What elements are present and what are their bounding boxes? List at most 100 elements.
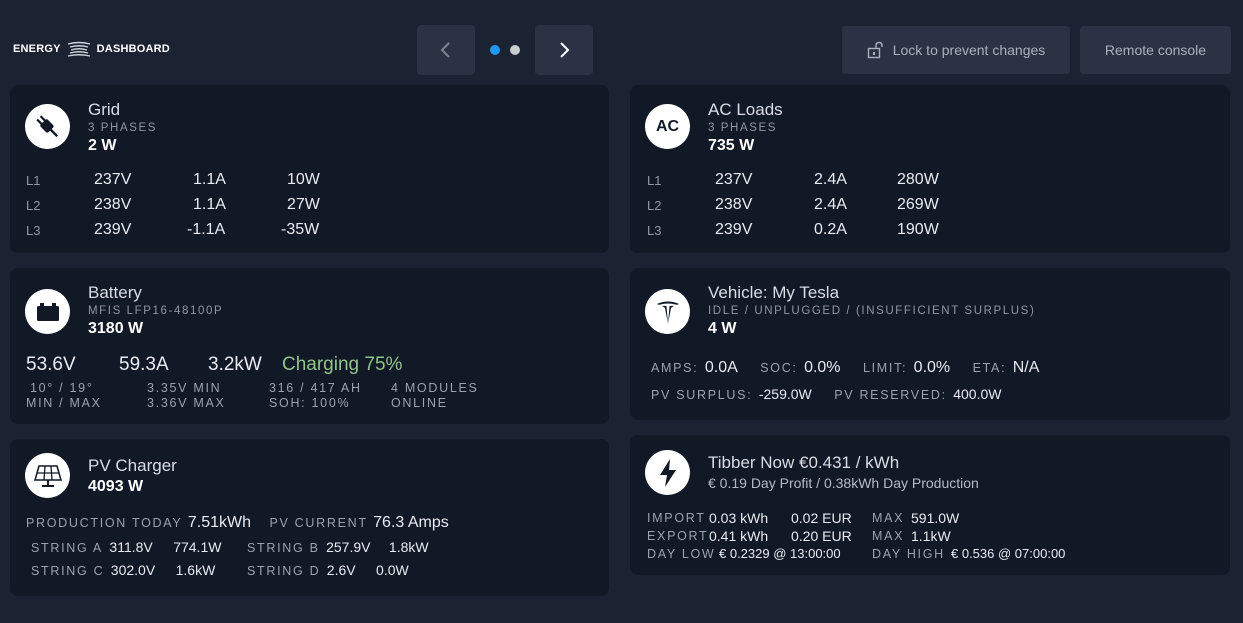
ac-loads-title: AC Loads	[708, 100, 783, 119]
ac-phase-voltage: 238V	[715, 196, 753, 213]
ac-phase-label: L2	[647, 198, 662, 213]
pv-current: 76.3 Amps	[373, 514, 449, 531]
unlock-icon	[867, 41, 883, 59]
tibber-import-max: 591.0W	[911, 510, 960, 526]
ac-phase-label: L3	[647, 223, 662, 238]
remote-console-button[interactable]: Remote console	[1080, 26, 1231, 74]
vehicle-subtitle: IDLE / UNPLUGGED / (INSUFFICIENT SURPLUS…	[708, 305, 1036, 317]
ac-icon: AC	[655, 117, 680, 135]
tibber-day-high: € 0.536 @ 07:00:00	[951, 546, 1066, 561]
tibber-import-eur: 0.02 EUR	[791, 510, 852, 526]
chevron-right-icon	[560, 42, 570, 58]
ac-loads-card[interactable]: AC AC Loads 3 PHASES 735 W L1 237V 2.4A …	[630, 85, 1230, 253]
vehicle-pv-surplus-label: PV SURPLUS:	[651, 388, 753, 402]
chevron-left-icon	[440, 42, 450, 58]
tibber-card[interactable]: Tibber Now €0.431 / kWh € 0.19 Day Profi…	[630, 435, 1230, 575]
pv-charger-card[interactable]: PV Charger 4093 W PRODUCTION TODAY 7.51k…	[10, 439, 609, 596]
pv-string-voltage: 302.0V	[110, 562, 156, 578]
tibber-icon-circle	[645, 450, 690, 495]
battery-voltage: 53.6V	[26, 354, 76, 375]
vehicle-pv-surplus: -259.0W	[758, 386, 812, 402]
grid-subtitle: 3 PHASES	[88, 122, 158, 134]
pv-string-label: STRING A	[31, 541, 103, 555]
logo-text-left: ENERGY	[13, 43, 61, 55]
page-dot[interactable]	[510, 45, 520, 55]
vehicle-pv-reserved-label: PV RESERVED:	[834, 388, 947, 402]
vehicle-title: Vehicle: My Tesla	[708, 283, 840, 302]
grid-phase-current: 1.1A	[193, 196, 226, 213]
grid-power: 2 W	[88, 137, 117, 154]
ac-phase-power: 269W	[897, 196, 939, 213]
grid-phase-voltage: 239V	[94, 221, 132, 238]
pv-string-voltage: 257.9V	[326, 539, 371, 555]
grid-phase-power: -35W	[281, 221, 320, 238]
tibber-import-kwh: 0.03 kWh	[709, 510, 769, 526]
logo-text-right: DASHBOARD	[96, 43, 170, 55]
ac-phase-power: 280W	[897, 171, 939, 188]
pv-string-voltage: 2.6V	[326, 562, 356, 578]
grid-phase-label: L3	[26, 223, 41, 238]
vehicle-amps-label: AMPS:	[651, 361, 699, 375]
vehicle-eta: N/A	[1012, 359, 1040, 376]
tibber-title: Tibber Now €0.431 / kWh	[708, 453, 900, 472]
grid-phase-label: L1	[26, 173, 41, 188]
battery-charge-status: Charging 75%	[282, 354, 402, 376]
ac-loads-icon-circle: AC	[645, 104, 690, 149]
tibber-subtitle: € 0.19 Day Profit / 0.38kWh Day Producti…	[708, 475, 979, 491]
grid-phase-voltage: 237V	[94, 171, 132, 188]
next-page-button[interactable]	[535, 25, 593, 75]
vehicle-limit-label: LIMIT:	[862, 361, 908, 375]
page-indicator	[490, 45, 520, 55]
battery-capacity: 316 / 417 AH	[269, 381, 362, 395]
lock-button[interactable]: Lock to prevent changes	[842, 26, 1070, 74]
pv-string-power: 1.6kW	[175, 562, 216, 578]
tibber-export-max: 1.1kW	[911, 528, 951, 544]
battery-card[interactable]: Battery MFIS LFP16-48100P 3180 W 53.6V 5…	[10, 268, 609, 424]
grid-card[interactable]: Grid 3 PHASES 2 W L1 237V 1.1A 10W L2 23…	[10, 85, 609, 253]
battery-cell-min: 3.35V MIN	[147, 381, 222, 395]
vehicle-card[interactable]: Vehicle: My Tesla IDLE / UNPLUGGED / (IN…	[630, 268, 1230, 420]
tibber-day-high-label: DAY HIGH	[872, 547, 945, 561]
ac-phase-current: 0.2A	[814, 221, 847, 238]
vehicle-soc-label: SOC:	[760, 361, 798, 375]
battery-subtitle: MFIS LFP16-48100P	[88, 305, 224, 317]
battery-soh: SOH: 100%	[269, 396, 351, 410]
pv-current-label: PV CURRENT	[269, 516, 368, 530]
logo-swoosh-icon	[67, 41, 90, 57]
lightning-icon	[659, 458, 676, 487]
lock-button-label: Lock to prevent changes	[892, 42, 1046, 58]
pv-production: 7.51kWh	[187, 514, 251, 531]
grid-icon-circle	[25, 104, 70, 149]
pv-string-power: 774.1W	[173, 539, 222, 555]
battery-icon	[36, 302, 59, 321]
tibber-export-kwh: 0.41 kWh	[709, 528, 769, 544]
pv-string-voltage: 311.8V	[109, 539, 153, 555]
battery-current: 59.3A	[119, 354, 169, 375]
pv-charger-icon-circle	[25, 453, 70, 498]
ac-phase-voltage: 239V	[715, 221, 753, 238]
grid-phase-label: L2	[26, 198, 41, 213]
ac-phase-label: L1	[647, 173, 662, 188]
tibber-import-label: IMPORT	[647, 511, 706, 525]
battery-title: Battery	[88, 283, 142, 302]
page-dot-active[interactable]	[490, 45, 500, 55]
remote-console-label: Remote console	[1104, 42, 1207, 58]
vehicle-icon-circle	[645, 289, 690, 334]
pv-string-label: STRING D	[247, 564, 321, 578]
pv-string-label: STRING B	[247, 541, 320, 555]
ac-loads-power: 735 W	[708, 137, 755, 154]
battery-state: Charging	[282, 354, 360, 375]
pv-string-item: STRING D 2.6V 0.0W	[247, 562, 409, 580]
vehicle-soc: 0.0%	[804, 359, 841, 376]
grid-title: Grid	[88, 100, 121, 119]
vehicle-eta-label: ETA:	[972, 361, 1007, 375]
grid-phase-current: 1.1A	[193, 171, 226, 188]
vehicle-stats-row: AMPS: 0.0A SOC: 0.0% LIMIT: 0.0% ETA: N/…	[651, 359, 1039, 377]
ac-loads-subtitle: 3 PHASES	[708, 122, 778, 134]
app-logo: ENERGY DASHBOARD	[13, 40, 170, 58]
tibber-import-max-label: MAX	[872, 511, 905, 525]
battery-soc: 75%	[364, 354, 403, 375]
grid-phase-voltage: 238V	[94, 196, 132, 213]
tibber-export-max-label: MAX	[872, 529, 905, 543]
previous-page-button[interactable]	[417, 25, 475, 75]
